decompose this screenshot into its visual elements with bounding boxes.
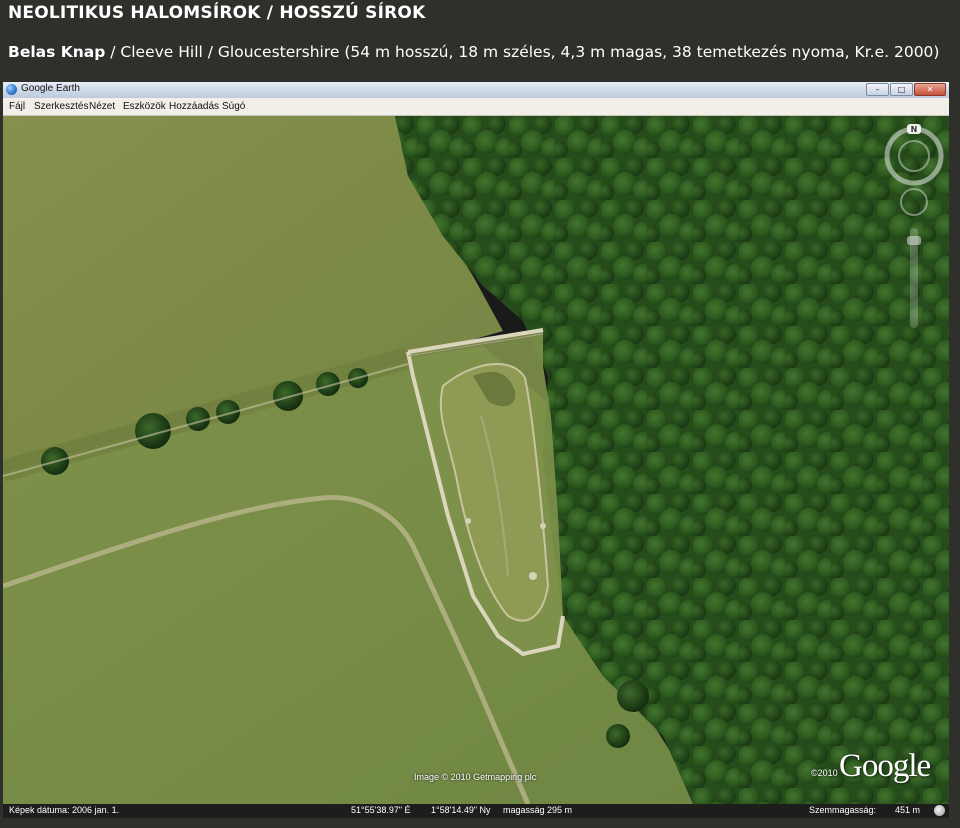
latitude-readout: 51°55'38.97" É	[351, 805, 411, 815]
longitude-readout: 1°58'14.49" Ny	[431, 805, 491, 815]
window-titlebar[interactable]: Google Earth – □ ✕	[3, 82, 949, 98]
menu-edit[interactable]: Szerkesztés	[34, 101, 88, 112]
elevation-readout: magasság 295 m	[503, 805, 573, 815]
imagery-attribution: Image © 2010 Getmapping plc	[414, 772, 537, 782]
close-button[interactable]: ✕	[914, 83, 946, 96]
menu-bar: Fájl Szerkesztés Nézet Eszközök Hozzáadá…	[3, 98, 949, 116]
map-view[interactable]	[3, 116, 949, 804]
menu-help[interactable]: Súgó	[222, 101, 245, 112]
google-logo: Google	[839, 748, 931, 784]
slide-title: NEOLITIKUS HALOMSÍROK / HOSSZÚ SÍROK	[8, 3, 426, 23]
eye-altitude-label: Szemmagasság:	[809, 805, 877, 815]
site-details: / Cleeve Hill / Gloucestershire (54 m ho…	[105, 43, 940, 61]
imagery-date: Képek dátuma: 2006 jan. 1.	[9, 805, 120, 815]
zoom-slider-icon[interactable]	[907, 228, 921, 328]
menu-view[interactable]: Nézet	[89, 101, 115, 112]
north-label: N	[911, 125, 918, 134]
menu-add[interactable]: Hozzáadás	[169, 101, 219, 112]
site-name: Belas Knap	[8, 43, 106, 61]
google-earth-icon	[6, 84, 17, 95]
copyright-year: ©2010	[811, 768, 838, 778]
north-marker: N	[907, 124, 921, 134]
window-controls: – □ ✕	[866, 83, 946, 96]
menu-tools[interactable]: Eszközök	[123, 101, 166, 112]
maximize-button[interactable]: □	[890, 83, 913, 96]
slide-subtitle: Belas Knap / Cleeve Hill / Gloucestershi…	[8, 43, 939, 61]
minimize-button[interactable]: –	[866, 83, 889, 96]
compass-ring-icon[interactable]	[884, 126, 944, 186]
window-title: Google Earth	[21, 83, 80, 94]
google-earth-window: Google Earth – □ ✕ Fájl Szerkesztés Néze…	[3, 82, 949, 818]
eye-altitude-value: 451 m	[895, 805, 921, 815]
look-joystick-icon[interactable]	[900, 188, 928, 216]
streaming-indicator-icon	[934, 805, 945, 816]
navigation-controls: N	[879, 116, 949, 346]
menu-file[interactable]: Fájl	[9, 101, 25, 112]
status-bar: Képek dátuma: 2006 jan. 1. 51°55'38.97" …	[3, 804, 949, 818]
